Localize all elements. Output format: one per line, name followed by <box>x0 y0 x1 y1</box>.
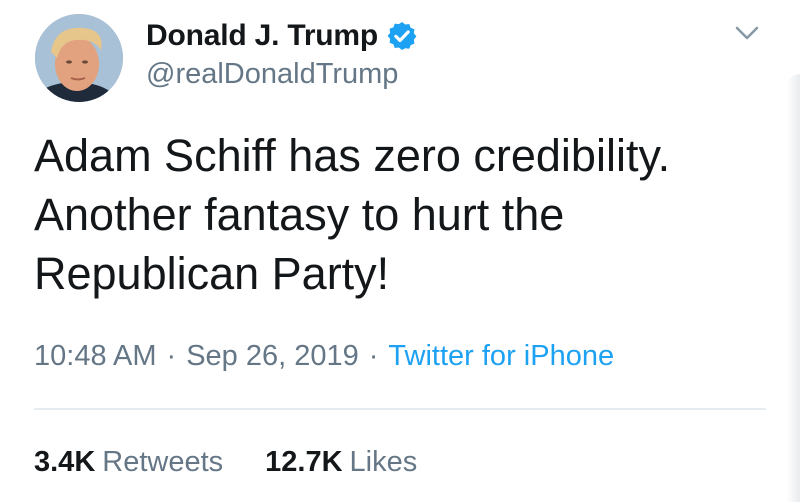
tweet-meta: 10:48 AM · Sep 26, 2019 · Twitter for iP… <box>34 334 614 378</box>
tweet-text-line: Republican Party! <box>34 248 390 299</box>
retweets-count: 3.4K <box>34 445 96 478</box>
author-handle[interactable]: @realDonaldTrump <box>146 58 398 91</box>
tweet-time[interactable]: 10:48 AM <box>34 340 157 373</box>
chevron-down-icon[interactable] <box>732 20 762 46</box>
tweet-source-link[interactable]: Twitter for iPhone <box>388 340 614 373</box>
divider <box>34 408 766 410</box>
author-name-row: Donald J. Trump <box>146 16 418 56</box>
likes-count: 12.7K <box>265 445 343 478</box>
meta-separator: · <box>368 339 379 372</box>
tweet-text: Adam Schiff has zero credibility. Anothe… <box>34 126 774 303</box>
tweet-stats: 3.4K Retweets 12.7K Likes <box>34 440 417 484</box>
likes-stat[interactable]: 12.7K Likes <box>265 446 417 479</box>
author-display-name[interactable]: Donald J. Trump <box>146 19 378 53</box>
retweets-stat[interactable]: 3.4K Retweets <box>34 446 223 479</box>
avatar[interactable] <box>35 14 123 102</box>
avatar-image <box>35 14 123 102</box>
retweets-label: Retweets <box>102 445 224 478</box>
tweet-date[interactable]: Sep 26, 2019 <box>186 340 359 373</box>
tweet-text-line: Adam Schiff has zero credibility. <box>34 130 671 181</box>
scroll-edge <box>786 74 800 502</box>
tweet-text-line: Another fantasy to hurt the <box>34 189 565 240</box>
meta-separator: · <box>166 339 177 372</box>
verified-badge-icon <box>387 22 417 50</box>
likes-label: Likes <box>349 445 418 478</box>
